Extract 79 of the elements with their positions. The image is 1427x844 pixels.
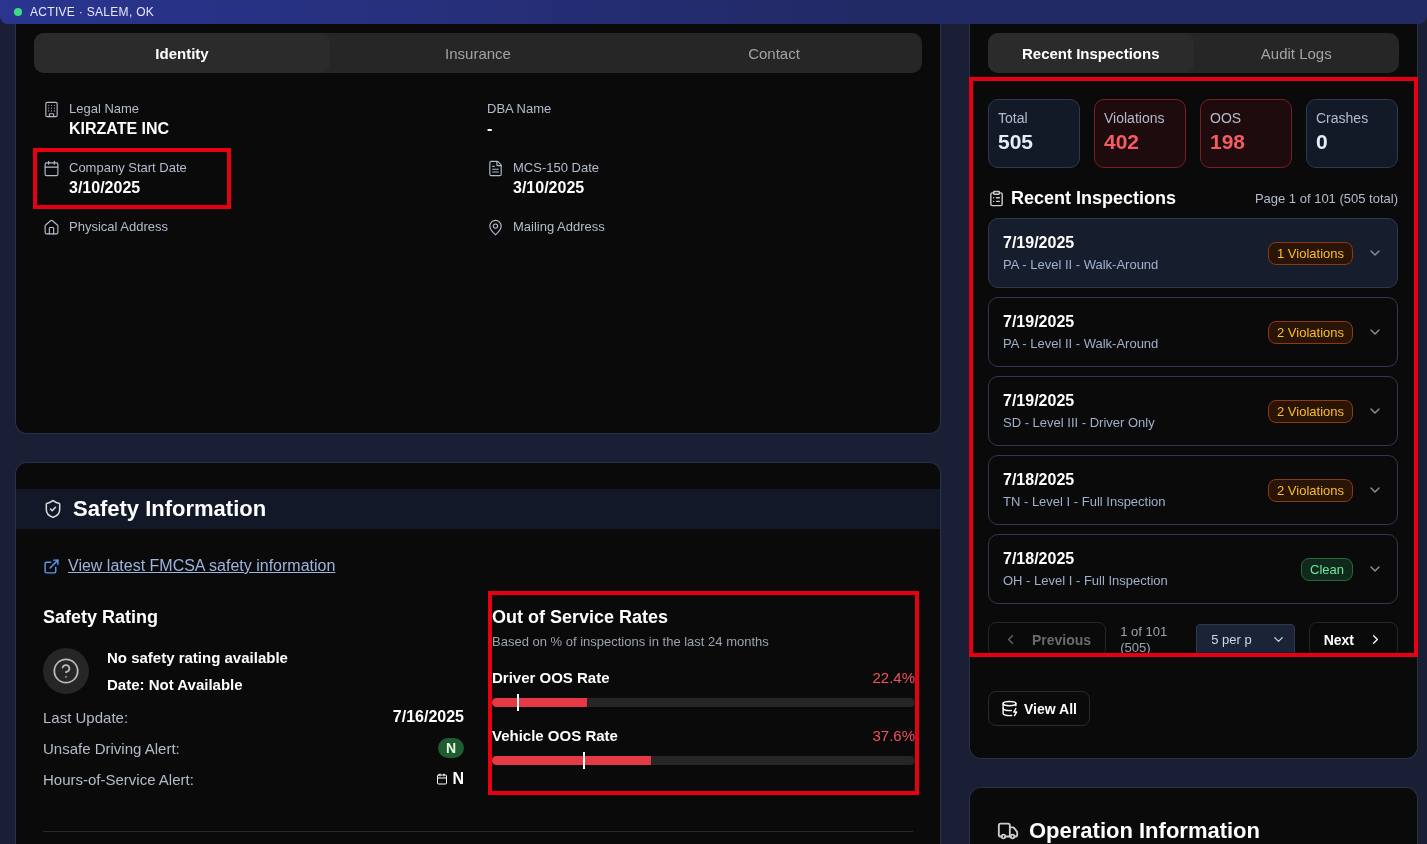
field-label: Legal Name	[69, 101, 141, 116]
inspection-detail: OH - Level I - Full Inspection	[1003, 573, 1169, 588]
inspection-item[interactable]: 7/19/2025 PA - Level II - Walk-Around 1 Violations	[988, 218, 1398, 288]
status-badge: 2 Violations	[1268, 478, 1353, 502]
truck-icon	[997, 820, 1019, 842]
rate-name: Vehicle OOS Rate	[492, 726, 618, 744]
panel-subtitle: Based on % of inspections in the last 24 months	[492, 633, 770, 649]
inspection-detail: TN - Level I - Full Inspection	[1003, 494, 1167, 509]
inspection-detail: SD - Level III - Driver Only	[1003, 415, 1156, 430]
status-text: ACTIVE · SALEM, OK	[30, 5, 155, 19]
tab[interactable]: Insurance	[330, 33, 626, 73]
field-label: DBA Name	[487, 101, 552, 116]
stat-value: 0	[1316, 130, 1329, 154]
tab[interactable]: Identity	[34, 33, 330, 73]
document-icon	[487, 160, 504, 177]
help-icon	[43, 647, 89, 694]
inspection-date: 7/19/2025	[1003, 234, 1076, 252]
rate-value: 37.6%	[872, 726, 915, 744]
subsection-title: Safety Rating	[43, 605, 160, 628]
detail-label: Hours-of-Service Alert:	[43, 770, 194, 788]
rating-status: No safety rating available	[107, 647, 288, 668]
status-badge: 1 Violations	[1268, 241, 1353, 265]
fmcsa-link[interactable]: View latest FMCSA safety information	[43, 557, 336, 575]
inspection-detail: PA - Level II - Walk-Around	[1003, 336, 1160, 351]
rate-value: 22.4%	[872, 668, 915, 686]
tab[interactable]: Recent Inspections	[988, 33, 1194, 73]
field-label: Mailing Address	[513, 219, 605, 234]
inspection-item[interactable]: 7/18/2025 TN - Level I - Full Inspection 2 Violations	[988, 455, 1398, 525]
panel-title: Out of Service Rates	[492, 606, 670, 628]
inspection-date: 7/18/2025	[1003, 471, 1076, 489]
tab[interactable]: Contact	[626, 33, 922, 73]
alert-pill: N	[437, 738, 464, 758]
inspection-date: 7/19/2025	[1003, 392, 1076, 410]
detail-value: N	[452, 770, 464, 788]
section-title: Safety Information	[73, 496, 267, 522]
field-label: MCS-150 Date	[513, 160, 599, 175]
building-icon	[43, 101, 60, 118]
inspection-detail: PA - Level II - Walk-Around	[1003, 257, 1160, 272]
inspection-item[interactable]: 7/19/2025 SD - Level III - Driver Only 2 Violations	[988, 376, 1398, 446]
field-value: -	[487, 120, 494, 138]
detail-label: Last Update:	[43, 708, 129, 726]
tab[interactable]: Audit Logs	[1193, 33, 1399, 73]
list-title: Recent Inspections	[1011, 188, 1177, 209]
stat-label: Violations	[1104, 110, 1166, 126]
stat-label: OOS	[1210, 110, 1243, 126]
field-label: Physical Address	[69, 219, 168, 234]
external-link-icon	[43, 557, 60, 575]
rate-name: Driver OOS Rate	[492, 668, 610, 686]
database-icon	[1001, 700, 1018, 717]
status-badge: 2 Violations	[1268, 320, 1353, 344]
stat-label: Total	[998, 110, 1029, 126]
stat-value: 198	[1210, 130, 1247, 154]
field-value: KIRZATE INC	[69, 120, 170, 138]
clipboard-icon	[988, 190, 1005, 207]
inspection-date: 7/19/2025	[1003, 313, 1076, 331]
view-all-button[interactable]: View All	[988, 691, 1090, 726]
page-info: Page 1 of 101 (505 total)	[1254, 191, 1398, 206]
detail-label: Unsafe Driving Alert:	[43, 739, 180, 757]
inspection-item[interactable]: 7/18/2025 OH - Level I - Full Inspection Clean	[988, 534, 1398, 604]
field-value: 3/10/2025	[69, 179, 142, 197]
house-icon	[43, 219, 60, 236]
inspection-item[interactable]: 7/19/2025 PA - Level II - Walk-Around 2 Violations	[988, 297, 1398, 367]
field-value: 3/10/2025	[513, 179, 586, 197]
map-pin-icon	[487, 219, 504, 236]
field-label: Company Start Date	[69, 160, 187, 175]
calendar-icon	[43, 160, 60, 177]
calendar-icon	[436, 773, 449, 785]
inspection-date: 7/18/2025	[1003, 550, 1076, 568]
section-title: Operation Information	[1029, 818, 1260, 844]
stat-value: 505	[998, 130, 1035, 154]
rating-date: Date: Not Available	[107, 674, 244, 695]
detail-value: 7/16/2025	[392, 708, 464, 726]
page-count: 1 of 101	[1120, 623, 1169, 640]
status-badge: 2 Violations	[1268, 399, 1353, 423]
stat-label: Crashes	[1316, 110, 1370, 126]
shield-check-icon	[43, 499, 63, 519]
stat-value: 402	[1104, 130, 1141, 154]
status-badge: Clean	[1301, 557, 1353, 581]
per-page-select[interactable]: 5 per p	[1196, 623, 1295, 656]
